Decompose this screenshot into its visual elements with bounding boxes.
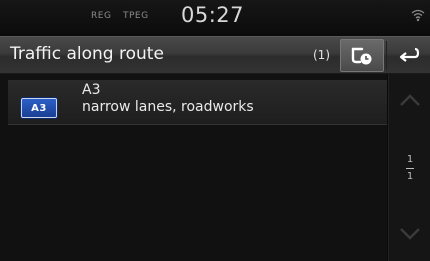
header-bar: Traffic along route (1) <box>0 36 430 74</box>
back-arrow-icon <box>399 47 420 62</box>
incident-count: (1) <box>313 48 330 62</box>
scroll-down-button[interactable] <box>389 214 430 254</box>
page-total: 1 <box>406 171 414 182</box>
scroll-panel: 1 1 <box>388 74 430 261</box>
road-sign-label: A3 <box>31 102 47 114</box>
route-traffic-button[interactable] <box>340 39 384 72</box>
incident-description: narrow lanes, roadworks <box>82 99 254 115</box>
page-current: 1 <box>406 154 414 165</box>
reg-indicator: REG <box>91 11 112 21</box>
road-name: A3 <box>82 82 101 98</box>
route-traffic-icon <box>351 47 372 64</box>
header-separator <box>386 41 387 69</box>
tpeg-indicator: TPEG <box>123 11 149 21</box>
scroll-up-button[interactable] <box>389 80 430 120</box>
clock: 05:27 <box>181 3 245 27</box>
wifi-icon <box>411 9 425 22</box>
back-button[interactable] <box>388 39 430 70</box>
page-title: Traffic along route <box>10 44 164 64</box>
page-divider <box>406 168 414 169</box>
chevron-down-icon <box>400 228 420 240</box>
road-sign-badge: A3 <box>21 98 57 118</box>
chevron-up-icon <box>400 94 420 106</box>
page-indicator: 1 1 <box>389 154 430 183</box>
status-bar: REG TPEG 05:27 <box>0 0 430 34</box>
